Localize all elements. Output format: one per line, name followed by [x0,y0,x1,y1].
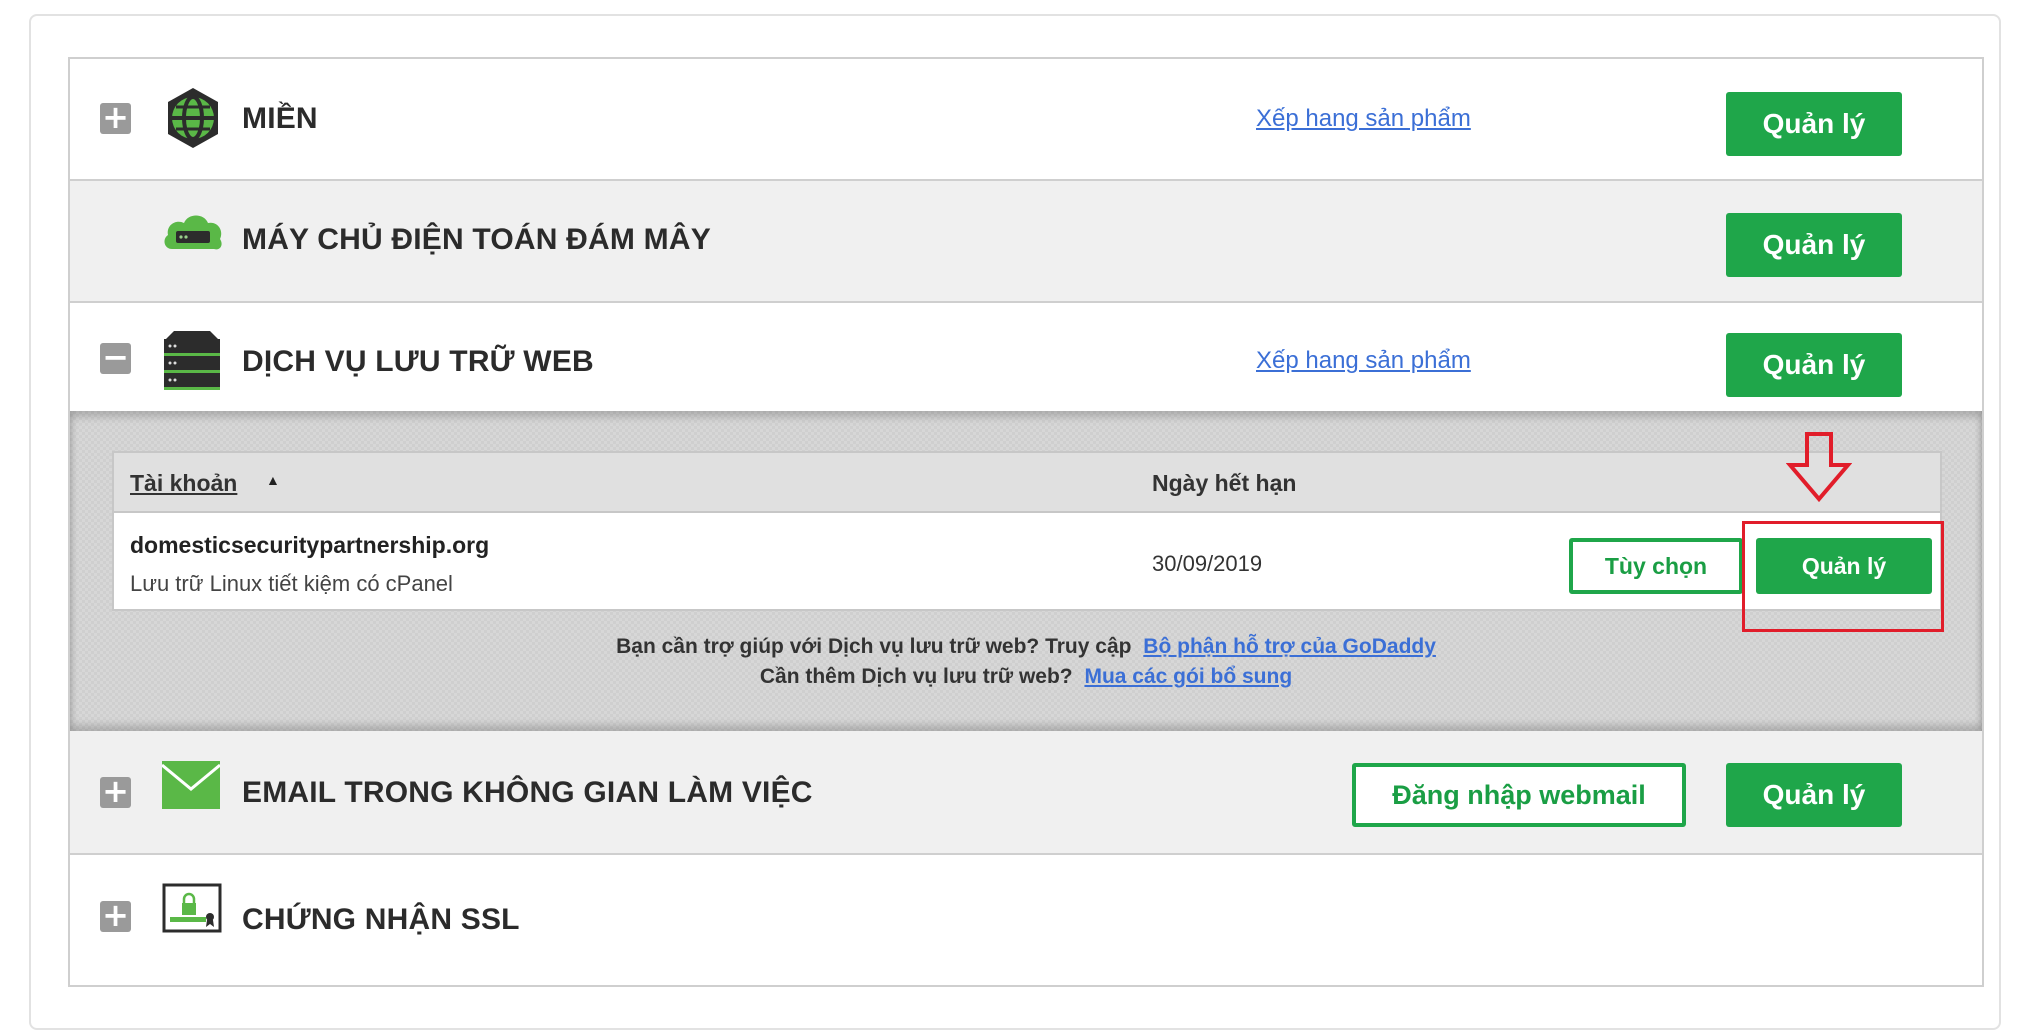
envelope-icon [162,761,220,809]
rating-link-domains[interactable]: Xếp hang sản phẩm [1256,105,1471,133]
product-title-ssl: CHỨNG NHẬN SSL [242,903,520,936]
collapse-hosting-button[interactable]: − [100,341,131,374]
products-panel: + MIỀN Xếp hang sản phẩm Quản lý MÁY CHỦ… [68,57,1984,987]
server-stack-icon [164,331,220,390]
manage-hosting-button[interactable]: Quản lý [1726,333,1902,397]
product-row-domains: + MIỀN Xếp hang sản phẩm Quản lý [70,59,1982,179]
hosting-accounts-table: Tài khoản ▲ Ngày hết hạn domesticsecurit… [112,451,1942,611]
product-row-hosting: − DỊCH VỤ LƯU TRỮ WEB Xếp hang sản phẩm … [70,301,1982,413]
account-expiry-date: 30/09/2019 [1152,551,1263,576]
expand-domains-button[interactable]: + [100,101,131,134]
help-line-support: Bạn cần trợ giúp với Dịch vụ lưu trữ web… [70,635,1982,659]
product-title-cloud: MÁY CHỦ ĐIỆN TOÁN ĐÁM MÂY [242,223,711,256]
product-row-email: + EMAIL TRONG KHÔNG GIAN LÀM VIỆC Đăng n… [70,731,1982,853]
column-header-expiry: Ngày hết hạn [1152,470,1297,496]
product-title-hosting: DỊCH VỤ LƯU TRỮ WEB [242,345,594,378]
help-line-buy: Cần thêm Dịch vụ lưu trữ web? Mua các gó… [70,665,1982,689]
options-button[interactable]: Tùy chọn [1569,538,1743,594]
account-domain: domesticsecuritypartnership.org [130,532,490,558]
certificate-lock-icon [162,883,222,933]
manage-cloud-button[interactable]: Quản lý [1726,213,1902,277]
rating-link-hosting[interactable]: Xếp hang sản phẩm [1256,347,1471,375]
manage-email-button[interactable]: Quản lý [1726,763,1902,827]
highlight-box-annotation [1742,521,1944,632]
buy-addons-link[interactable]: Mua các gói bổ sung [1084,665,1292,688]
product-title-domains: MIỀN [242,102,318,135]
expand-email-button[interactable]: + [100,775,131,808]
product-row-cloud: MÁY CHỦ ĐIỆN TOÁN ĐÁM MÂY Quản lý [70,179,1982,301]
help-text-support: Bạn cần trợ giúp với Dịch vụ lưu trữ web… [616,635,1132,658]
expand-ssl-button[interactable]: + [100,899,131,932]
product-row-ssl: + CHỨNG NHẬN SSL [70,853,1982,985]
sort-ascending-icon[interactable]: ▲ [266,472,280,488]
globe-icon [168,88,218,148]
hosting-accounts-section: Tài khoản ▲ Ngày hết hạn domesticsecurit… [70,411,1982,731]
down-arrow-annotation [1786,432,1852,503]
account-plan: Lưu trữ Linux tiết kiệm có cPanel [130,571,453,596]
cloud-server-icon [164,215,222,250]
manage-domains-button[interactable]: Quản lý [1726,92,1902,156]
help-text-buy: Cần thêm Dịch vụ lưu trữ web? [759,665,1073,688]
column-header-account[interactable]: Tài khoản [130,470,237,497]
table-header: Tài khoản ▲ Ngày hết hạn [114,453,1940,513]
product-title-email: EMAIL TRONG KHÔNG GIAN LÀM VIỆC [242,776,813,809]
webmail-login-button[interactable]: Đăng nhập webmail [1352,763,1686,827]
support-link[interactable]: Bộ phận hỗ trợ của GoDaddy [1143,635,1436,658]
